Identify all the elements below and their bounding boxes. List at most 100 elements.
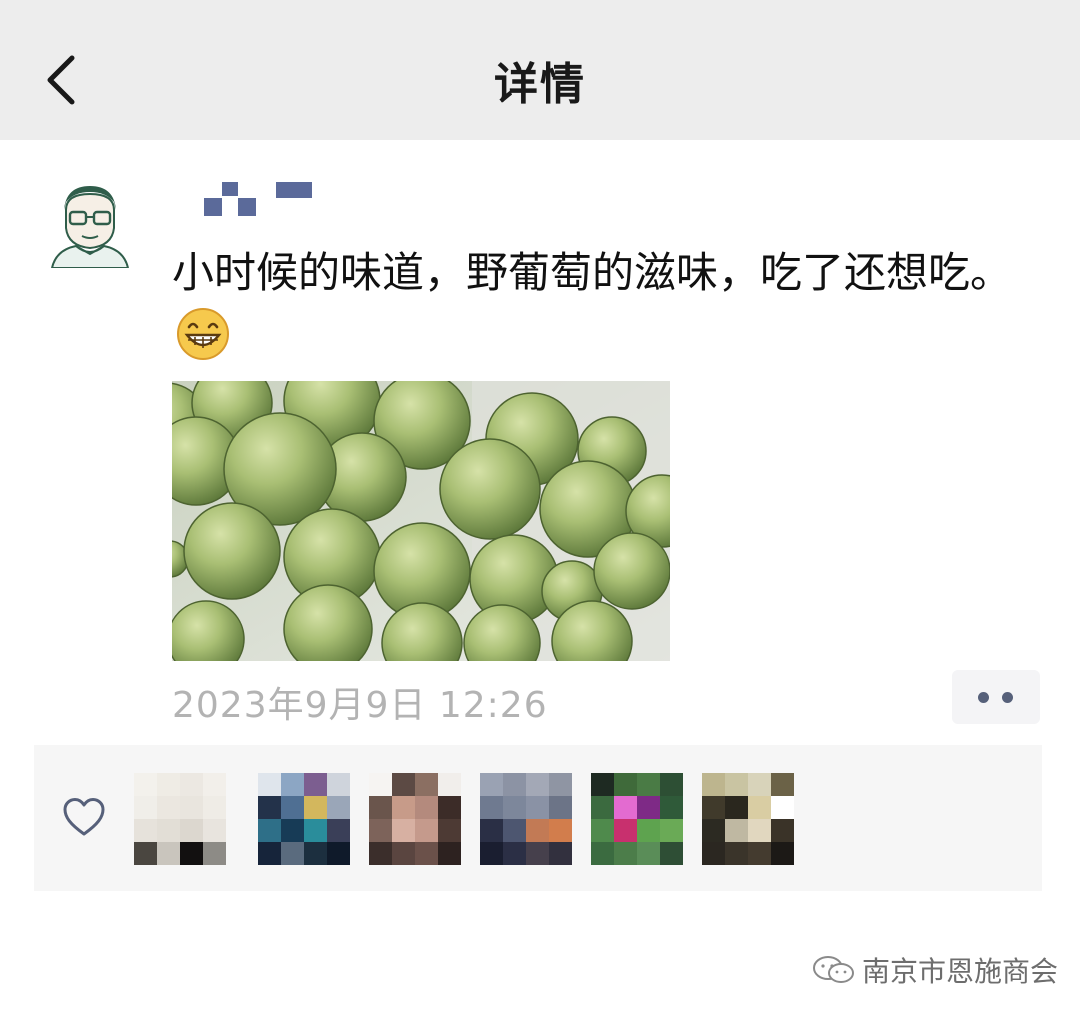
- liker-avatar-pixel: [591, 773, 614, 796]
- liker-avatar-pixel: [526, 819, 549, 842]
- liker-avatar-pixel: [180, 796, 203, 819]
- liker-avatar-pixel: [748, 819, 771, 842]
- liker-avatar-pixel: [660, 773, 683, 796]
- liker-avatar[interactable]: [258, 773, 350, 865]
- liker-avatar-pixel: [134, 773, 157, 796]
- liker-avatar-pixel: [748, 842, 771, 865]
- liker-avatar-pixel: [258, 773, 281, 796]
- liker-avatar-pixel: [392, 796, 415, 819]
- liker-avatar-pixel: [415, 842, 438, 865]
- more-dots-icon: [978, 692, 989, 703]
- liker-avatar-pixel: [304, 842, 327, 865]
- liker-avatar-pixel: [438, 842, 461, 865]
- liker-avatar-pixel: [157, 842, 180, 865]
- liker-avatar[interactable]: [134, 773, 226, 865]
- liker-avatar-pixel: [203, 773, 226, 796]
- liker-avatar-pixel: [748, 773, 771, 796]
- liker-avatar-pixel: [503, 819, 526, 842]
- watermark-text: 南京市恩施商会: [862, 955, 1059, 988]
- liker-avatar-pixel: [327, 796, 350, 819]
- liker-avatar-pixel: [637, 819, 660, 842]
- liker-avatar-pixel: [614, 819, 637, 842]
- liker-avatar-pixel: [702, 819, 725, 842]
- liker-avatar-pixel: [725, 796, 748, 819]
- post-photo[interactable]: [172, 381, 670, 661]
- liker-avatar-pixel: [180, 773, 203, 796]
- liker-avatar-pixel: [702, 842, 725, 865]
- liker-avatar-pixel: [771, 842, 794, 865]
- liker-avatar-pixel: [438, 796, 461, 819]
- liker-avatar-pixel: [549, 842, 572, 865]
- heart-outline-icon: [63, 798, 105, 836]
- liker-avatar-pixel: [702, 773, 725, 796]
- post-text-content: 小时候的味道，野葡萄的滋味，吃了还想吃。: [172, 248, 1013, 297]
- more-dots-icon-dot: [1002, 692, 1013, 703]
- grinning-face-emoji-icon: [176, 307, 230, 361]
- liker-avatar[interactable]: [369, 773, 461, 865]
- liker-avatar-pixel: [591, 819, 614, 842]
- liker-avatar-pixel: [526, 842, 549, 865]
- liker-avatar-pixel: [415, 819, 438, 842]
- liker-avatar-pixel: [258, 842, 281, 865]
- liker-avatar-pixel: [415, 773, 438, 796]
- liker-avatar-pixel: [180, 842, 203, 865]
- liker-avatar-pixel: [180, 819, 203, 842]
- liker-avatar-pixel: [660, 819, 683, 842]
- author-name-pixelated[interactable]: [200, 180, 320, 222]
- liker-avatar-pixel: [480, 819, 503, 842]
- liker-avatar-pixel: [503, 796, 526, 819]
- liker-avatar-pixel: [614, 842, 637, 865]
- liker-avatar-pixel: [480, 773, 503, 796]
- liker-avatar-pixel: [526, 773, 549, 796]
- liker-avatar-pixel: [258, 819, 281, 842]
- liker-avatar-pixel: [304, 773, 327, 796]
- liker-avatar[interactable]: [480, 773, 572, 865]
- liker-avatar-pixel: [281, 842, 304, 865]
- wechat-official-account-icon: [813, 956, 854, 983]
- liker-avatar-pixel: [771, 796, 794, 819]
- liker-avatar-pixel: [660, 842, 683, 865]
- liker-avatar-pixel: [503, 842, 526, 865]
- liker-avatar-pixel: [157, 796, 180, 819]
- liker-avatar-pixel: [591, 796, 614, 819]
- liker-avatar-pixel: [327, 773, 350, 796]
- liker-avatar-pixel: [438, 773, 461, 796]
- liker-avatar-pixel: [203, 796, 226, 819]
- liker-avatar-pixel: [392, 773, 415, 796]
- liker-avatar-pixel: [203, 842, 226, 865]
- liker-avatar-pixel: [369, 842, 392, 865]
- liker-avatar-pixel: [134, 819, 157, 842]
- liker-avatar-pixel: [725, 773, 748, 796]
- grapes-photo-image: [172, 381, 670, 661]
- liker-avatar-pixel: [549, 796, 572, 819]
- liker-avatar-pixel: [503, 773, 526, 796]
- liker-avatar-pixel: [637, 842, 660, 865]
- liker-avatar-pixel: [480, 842, 503, 865]
- liker-avatar-pixel: [637, 796, 660, 819]
- nav-bar: 详情: [0, 0, 1080, 140]
- liker-avatar[interactable]: [591, 773, 683, 865]
- liker-avatar-pixel: [614, 773, 637, 796]
- liker-avatar-pixel: [304, 796, 327, 819]
- liker-avatar-pixel: [549, 819, 572, 842]
- liker-avatar-pixel: [157, 819, 180, 842]
- liker-avatar-pixel: [480, 796, 503, 819]
- liker-avatar-pixel: [438, 819, 461, 842]
- liker-avatar-pixel: [771, 819, 794, 842]
- liker-avatar-pixel: [281, 796, 304, 819]
- liker-avatar-pixel: [369, 773, 392, 796]
- cartoon-man-avatar-icon: [46, 180, 134, 268]
- liker-avatar-pixel: [392, 842, 415, 865]
- liker-avatar-pixel: [203, 819, 226, 842]
- liker-avatar[interactable]: [702, 773, 794, 865]
- more-button[interactable]: [952, 670, 1040, 724]
- liker-avatar-pixel: [327, 819, 350, 842]
- liker-avatar-pixel: [134, 842, 157, 865]
- watermark: 南京市恩施商会: [812, 950, 1058, 990]
- liker-avatar-pixel: [549, 773, 572, 796]
- page-title: 详情: [494, 59, 586, 110]
- liker-avatar-pixel: [369, 819, 392, 842]
- post-text: 小时候的味道，野葡萄的滋味，吃了还想吃。: [172, 242, 1052, 366]
- liker-avatar-pixel: [614, 796, 637, 819]
- author-avatar[interactable]: [46, 180, 134, 268]
